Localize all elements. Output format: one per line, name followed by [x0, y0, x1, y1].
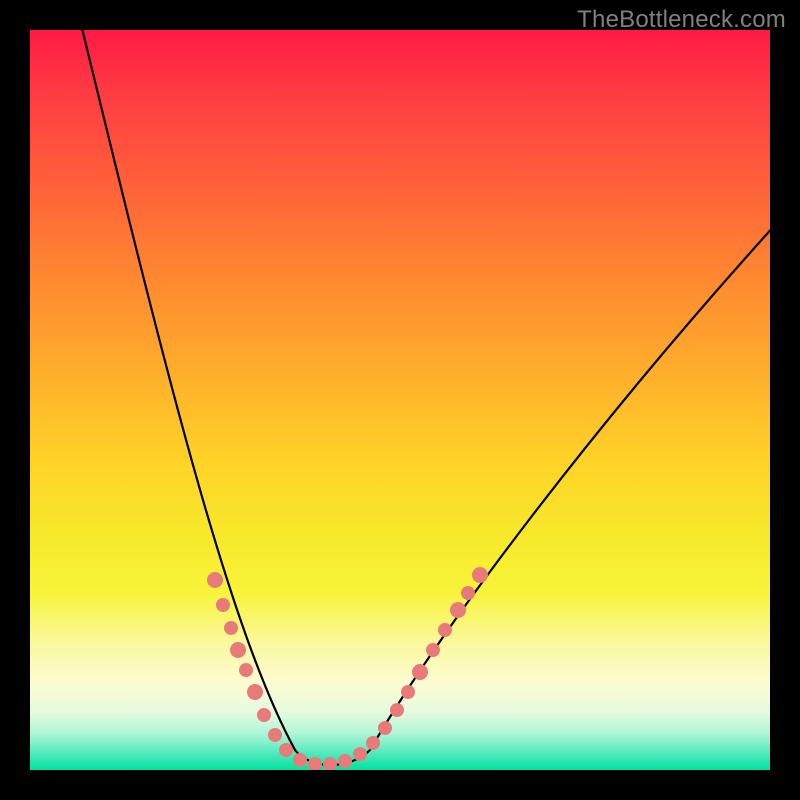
marker-dot [353, 747, 367, 761]
marker-dot [401, 685, 415, 699]
bottleneck-curve [80, 30, 770, 765]
marker-dot [390, 703, 404, 717]
watermark-label: TheBottleneck.com [577, 6, 786, 34]
curve-layer [30, 30, 770, 770]
marker-dot [461, 586, 475, 600]
marker-dot [338, 754, 352, 768]
marker-dot [279, 743, 293, 757]
marker-dot [247, 684, 263, 700]
marker-dot [293, 753, 307, 767]
marker-dot [323, 757, 337, 770]
marker-group [207, 567, 488, 770]
marker-dot [472, 567, 488, 583]
marker-dot [230, 642, 246, 658]
marker-dot [268, 728, 282, 742]
marker-dot [257, 708, 271, 722]
chart-frame: TheBottleneck.com [0, 0, 800, 800]
marker-dot [426, 643, 440, 657]
marker-dot [450, 602, 466, 618]
marker-dot [438, 623, 452, 637]
marker-dot [366, 736, 380, 750]
marker-dot [308, 757, 322, 770]
marker-dot [207, 572, 223, 588]
marker-dot [216, 598, 230, 612]
marker-dot [224, 621, 238, 635]
marker-dot [378, 721, 392, 735]
marker-dot [239, 663, 253, 677]
plot-area [30, 30, 770, 770]
marker-dot [412, 664, 428, 680]
